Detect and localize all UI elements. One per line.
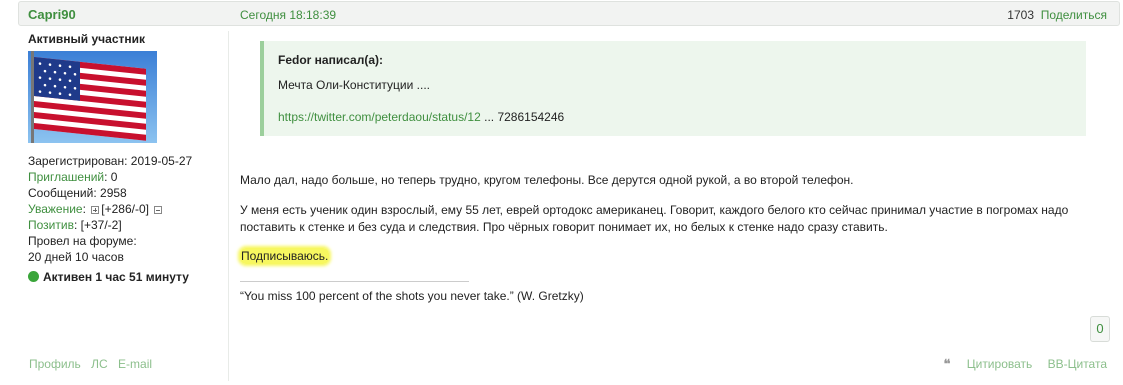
post-author-name[interactable]: Capri90	[28, 7, 76, 22]
time-on-forum-value: 20 дней 10 часов	[28, 250, 124, 264]
quote-author: Fedor написал(а):	[278, 53, 383, 67]
pm-link[interactable]: ЛС	[91, 357, 108, 371]
minus-icon[interactable]	[154, 205, 163, 214]
bb-quote-link[interactable]: BB-Цитата	[1048, 357, 1107, 371]
time-on-forum-label: Провел на форуме:	[28, 234, 137, 248]
user-actions: Профиль ЛС E-mail	[29, 357, 159, 371]
user-rank: Активный участник	[28, 32, 146, 46]
post-header-bar: Capri90 Сегодня 18:18:39 1703 Поделиться	[18, 1, 1120, 26]
profile-link[interactable]: Профиль	[29, 357, 81, 371]
respect-link[interactable]: Уважение	[28, 202, 83, 216]
online-status: Активен 1 час 51 минуту	[28, 269, 228, 285]
reaction-counter[interactable]: 0	[1090, 316, 1110, 342]
signature: “You miss 100 percent of the shots you n…	[240, 289, 584, 303]
positive-value: [+37/-2]	[80, 218, 122, 232]
online-status-text: Активен 1 час 51 минуту	[43, 270, 189, 284]
plus-icon[interactable]	[91, 205, 100, 214]
post-paragraph-2: У меня есть ученик один взрослый, ему 55…	[240, 203, 1069, 234]
post-paragraph-3: Подписываюсь.	[240, 248, 330, 265]
invites-value: : 0	[104, 170, 118, 184]
quote-marks-icon: ❛❛	[943, 357, 951, 371]
post-actions: ❛❛ Цитировать BB-Цитата	[920, 357, 1107, 371]
share-link[interactable]: Поделиться	[1041, 8, 1107, 22]
messages-value: 2958	[100, 186, 127, 200]
quote-button-label: Цитировать	[966, 357, 1033, 371]
invites-link[interactable]: Приглашений	[28, 170, 104, 184]
respect-value: [+286/-0]	[101, 202, 149, 216]
quote-link-suffix: ... 7286154246	[484, 110, 565, 124]
avatar[interactable]	[28, 51, 157, 143]
quote-block: Fedor написал(а): Мечта Оли-Конституции …	[260, 41, 1086, 136]
column-divider	[228, 31, 229, 381]
post-number: 1703	[1007, 8, 1034, 22]
quote-text: Мечта Оли-Конституции ....	[278, 78, 430, 92]
post-paragraph-1: Мало дал, надо больше, но теперь трудно,…	[240, 173, 854, 187]
highlighted-text: Подписываюсь.	[240, 248, 330, 264]
registered-value: 2019-05-27	[130, 154, 193, 168]
quote-link[interactable]: https://twitter.com/peterdaou/status/12	[278, 110, 481, 124]
quote-button[interactable]: ❛❛ Цитировать	[932, 357, 1033, 371]
email-link[interactable]: E-mail	[118, 357, 152, 371]
positive-row: Позитив: [+37/-2]	[28, 218, 122, 232]
respect-row: Уважение: [+286/-0]	[28, 201, 228, 217]
green-dot-icon	[28, 271, 39, 282]
post-timestamp[interactable]: Сегодня 18:18:39	[240, 8, 336, 22]
invites-row: Приглашений: 0	[28, 169, 228, 185]
quote-link-row: https://twitter.com/peterdaou/status/12 …	[278, 110, 1072, 124]
positive-link[interactable]: Позитив	[28, 218, 74, 232]
messages-label: Сообщений:	[28, 186, 97, 200]
messages-row: Сообщений: 2958	[28, 185, 228, 201]
registered-row: Зарегистрирован: 2019-05-27	[28, 153, 228, 169]
signature-divider	[240, 281, 469, 282]
user-info-sidebar: Активный участник Зарегистрирован: 2019-…	[28, 31, 228, 285]
registered-label: Зарегистрирован:	[28, 154, 128, 168]
